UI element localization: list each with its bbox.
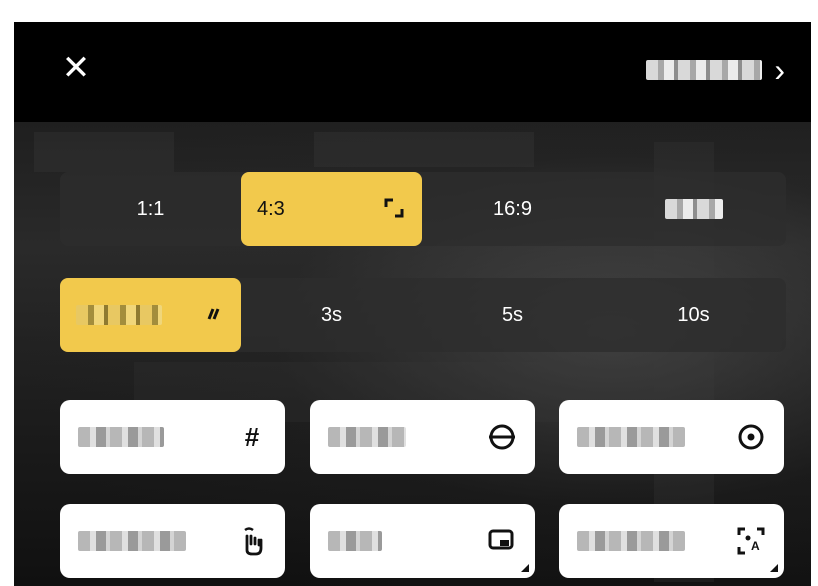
- top-bar: ✕ ■■■■■ ›: [14, 22, 811, 122]
- timer-off-icon: [207, 308, 220, 320]
- close-icon: ✕: [61, 49, 91, 87]
- tool-tile-level[interactable]: ■■■■: [310, 400, 535, 474]
- auto-frame-icon: A: [737, 527, 765, 555]
- ratio-option-1-1[interactable]: 1:1: [60, 172, 241, 246]
- next-button[interactable]: ■■■■■ ›: [646, 52, 785, 88]
- picture-in-picture-icon: [488, 529, 514, 550]
- tool-tile-gesture[interactable]: ■■■■■: [60, 504, 285, 578]
- svg-text:A: A: [751, 539, 760, 553]
- level-icon: [489, 424, 515, 450]
- ratio-option-16-9[interactable]: 16:9: [422, 172, 603, 246]
- close-button[interactable]: ✕: [58, 50, 94, 86]
- camera-settings-screen: ✕ ■■■■■ › 1:1 4:3 16:9 ■■■ ■■■■: [14, 22, 811, 586]
- ratio-option-label-redacted: ■■■: [664, 199, 723, 219]
- tool-label-redacted: ■■■■■: [577, 427, 685, 447]
- focus-dot-icon: [738, 424, 764, 450]
- next-label-redacted: ■■■■■: [646, 60, 763, 80]
- timer-option-off[interactable]: ■■■■: [60, 278, 241, 352]
- timer-option-label: 5s: [501, 303, 524, 326]
- tool-tile-pip[interactable]: ■■■: [310, 504, 535, 578]
- ratio-option-label: 1:1: [136, 197, 165, 220]
- tool-tile-grid[interactable]: ■■■■ #: [60, 400, 285, 474]
- ratio-option-full[interactable]: ■■■: [603, 172, 784, 246]
- tool-label-redacted: ■■■■■: [78, 531, 186, 551]
- gesture-hand-icon: [244, 527, 263, 556]
- tool-tile-auto-frame[interactable]: ■■■■■ A: [559, 504, 784, 578]
- tool-label-redacted: ■■■■■: [577, 531, 685, 551]
- tool-tile-focus[interactable]: ■■■■■: [559, 400, 784, 474]
- tool-label-redacted: ■■■■: [328, 427, 406, 447]
- chevron-right-icon: ›: [774, 52, 785, 88]
- aspect-ratio-selector: 1:1 4:3 16:9 ■■■: [60, 172, 786, 246]
- timer-option-3s[interactable]: 3s: [241, 278, 422, 352]
- preview-blur-block: [34, 132, 174, 172]
- timer-selector: ■■■■ 3s 5s 10s: [60, 278, 786, 352]
- ratio-option-label: 4:3: [257, 197, 285, 220]
- tool-label-redacted: ■■■■: [78, 427, 164, 447]
- timer-option-label: 10s: [677, 303, 710, 326]
- ratio-option-label: 16:9: [493, 197, 532, 220]
- tool-label-redacted: ■■■: [328, 531, 382, 551]
- timer-option-label: 3s: [320, 303, 343, 326]
- timer-option-5s[interactable]: 5s: [422, 278, 603, 352]
- grid-icon: #: [244, 421, 260, 452]
- preview-blur-block: [314, 132, 534, 167]
- more-options-indicator: [770, 564, 778, 572]
- more-options-indicator: [521, 564, 529, 572]
- expand-corners-icon: [384, 198, 404, 218]
- timer-option-10s[interactable]: 10s: [603, 278, 784, 352]
- ratio-option-4-3[interactable]: 4:3: [241, 172, 422, 246]
- timer-option-label-redacted: ■■■■: [76, 305, 162, 325]
